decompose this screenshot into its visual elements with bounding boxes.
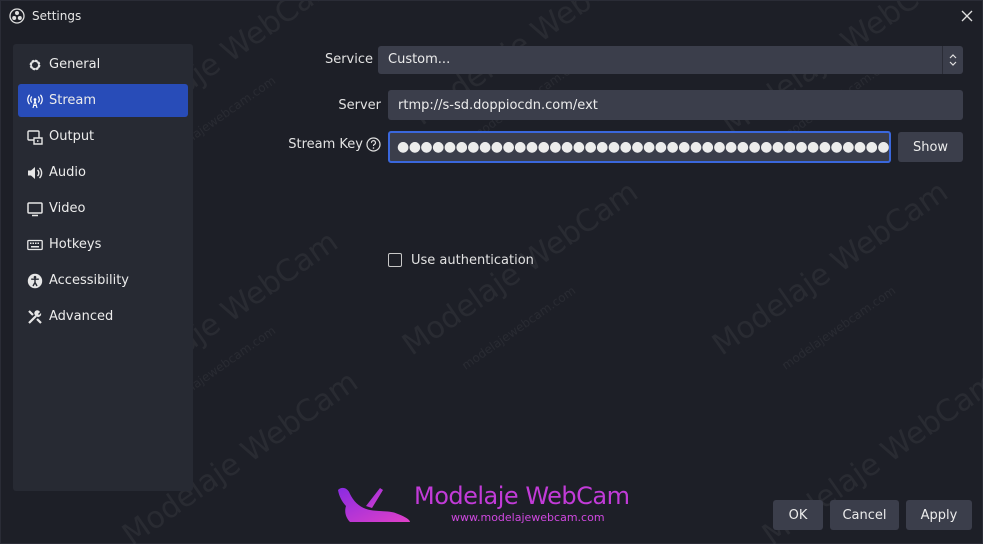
close-button[interactable] (957, 6, 977, 26)
sidebar-item-label: Audio (49, 165, 86, 180)
sidebar-item-label: Output (49, 129, 95, 144)
sidebar-item-label: Hotkeys (49, 237, 102, 252)
sidebar-item-label: Accessibility (49, 273, 129, 288)
use-authentication-checkbox[interactable] (388, 253, 402, 267)
use-authentication-label[interactable]: Use authentication (411, 253, 534, 268)
sidebar-item-label: Video (49, 201, 86, 216)
sidebar-item-advanced[interactable]: Advanced (18, 300, 188, 333)
watermark-text: Modelaje WebCam (396, 174, 645, 363)
sidebar-item-general[interactable]: General (18, 48, 188, 81)
server-label: Server (338, 98, 381, 113)
stream-key-input[interactable]: ●●●●●●●●●●●●●●●●●●●●●●●●●●●●●●●●●●●●●●●●… (388, 131, 891, 163)
gear-icon (26, 56, 44, 74)
sidebar-item-hotkeys[interactable]: Hotkeys (18, 228, 188, 261)
service-label: Service (324, 52, 373, 67)
brand-logo: Modelaje WebCam www.modelajewebcam.com (336, 482, 656, 527)
speaker-icon (26, 164, 44, 182)
silhouette-icon (338, 487, 410, 522)
tools-icon (26, 308, 44, 326)
watermark-text: modelajewebcam.com (459, 283, 579, 373)
antenna-icon (26, 92, 44, 110)
sidebar-item-label: Stream (49, 93, 97, 108)
monitor-icon (26, 200, 44, 218)
close-icon (961, 10, 973, 22)
sidebar-item-label: General (49, 57, 101, 72)
accessibility-icon (26, 272, 44, 290)
sidebar-item-accessibility[interactable]: Accessibility (18, 264, 188, 297)
brand-name: Modelaje WebCam (414, 482, 630, 510)
sidebar-item-label: Advanced (49, 309, 114, 324)
sidebar-item-stream[interactable]: Stream (18, 84, 188, 117)
help-icon[interactable] (366, 137, 381, 152)
ok-button[interactable]: OK (773, 500, 823, 530)
service-select[interactable]: Custom... (378, 46, 963, 74)
title-bar: Settings (1, 1, 983, 33)
service-select-value: Custom... (388, 52, 451, 67)
output-icon (26, 128, 44, 146)
cancel-button[interactable]: Cancel (830, 500, 899, 530)
stream-key-label: Stream Key (288, 137, 363, 152)
brand-url: www.modelajewebcam.com (451, 511, 605, 524)
sidebar-item-output[interactable]: Output (18, 120, 188, 153)
watermark-text: Modelaje WebCam (706, 174, 955, 363)
sidebar-item-audio[interactable]: Audio (18, 156, 188, 189)
obs-logo-icon (9, 8, 25, 24)
keyboard-icon (26, 236, 44, 254)
chevron-updown-icon (942, 46, 963, 74)
sidebar-item-video[interactable]: Video (18, 192, 188, 225)
window-title: Settings (32, 9, 82, 23)
server-input[interactable]: rtmp://s-sd.doppiocdn.com/ext (388, 90, 963, 120)
watermark-text: modelajewebcam.com (779, 283, 899, 373)
settings-sidebar: General Stream Output Audio Video Hotkey… (13, 44, 193, 491)
settings-window: Modelaje WebCam Modelaje WebCam Modelaje… (0, 0, 983, 544)
show-key-button[interactable]: Show (898, 132, 963, 162)
apply-button[interactable]: Apply (906, 500, 972, 530)
